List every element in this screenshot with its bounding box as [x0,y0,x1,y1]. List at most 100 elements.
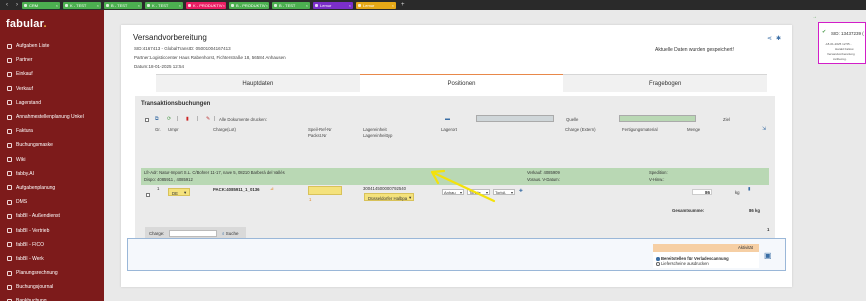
share-icon[interactable]: ⋖ [767,35,772,42]
header-gr: Gr. [155,127,161,132]
delete-icon[interactable]: ▮ [186,116,189,122]
umpr-select[interactable]: DE ▾ [168,188,190,196]
fabular-logo[interactable]: fabular. [6,18,47,30]
browser-tab[interactable]: K - PRODUKTIV × [186,1,226,9]
sidebar-item[interactable]: Planungsrechnung [0,266,104,280]
close-tab-icon[interactable]: × [392,3,394,8]
row-action-icon[interactable]: ▮ [748,186,750,192]
tab-fragebogen[interactable]: Fragebogen [563,74,768,92]
charge-input[interactable] [169,230,217,237]
lagereinheittyp-select[interactable]: Düsseldorfer Halbpa ▾ [364,193,414,201]
sidebar-item[interactable]: Einkauf [0,67,104,81]
radio-icon[interactable] [656,262,660,266]
close-tab-icon[interactable]: × [138,3,140,8]
sidebar-item[interactable]: fabBI - Vertrieb [0,223,104,237]
sidebar-item[interactable]: Wiki [0,153,104,167]
option-lieferscheine[interactable]: Lieferscheine ausdrucken [656,261,709,266]
close-tab-icon[interactable]: × [179,3,181,8]
browser-tab[interactable]: K - TEST × [145,1,183,9]
separator-icon: | [197,116,199,122]
sidebar-item[interactable]: fabBI - FICO [0,238,104,252]
add-lagerort-icon[interactable]: ✚ [519,188,523,194]
row-packst: 1 [309,197,312,202]
browser-tab[interactable]: Lemur × [313,1,353,9]
search-button[interactable]: ⌕ Suche [222,231,239,236]
panel-title: Transaktionsbuchungen [141,101,211,107]
sidebar-item[interactable]: Buchungsmaske [0,138,104,152]
browser-tab[interactable]: B - PRODUKTIV × [229,1,269,9]
close-tab-icon[interactable]: × [266,3,268,8]
notification-line-2: Harald Faltow [835,47,854,51]
sidebar-item-label: fabBI - Außendienst [16,213,60,220]
row-charge[interactable]: PACK:4085911_1_0136 [213,187,260,192]
submit-activity-icon[interactable]: ▣ [764,251,772,260]
chevron-left-icon[interactable]: ‹ [2,2,12,8]
sidebar-item[interactable]: Faktura [0,124,104,138]
sidebar-item[interactable]: Verkauf [0,82,104,96]
export-icon[interactable]: ⇲ [762,126,766,132]
nav-item-icon [7,86,12,92]
edit-icon[interactable]: ✎ [206,116,210,122]
sidebar-item[interactable]: Buchungsjournal [0,280,104,294]
sidebar-item[interactable]: fabby.AI [0,167,104,181]
menge-input[interactable]: 86 [692,189,712,195]
browser-tab[interactable]: CRM × [22,1,60,9]
separator-icon: | [214,116,216,122]
tab-positionen[interactable]: Positionen [359,74,564,92]
sidebar-item[interactable]: Aufgaben Liste [0,39,104,53]
printer-icon[interactable]: ▬ [445,116,450,122]
v-hinw: V-Hinw.: [649,177,665,182]
dispo: Dispo: 4085911 , 4085912 [144,177,193,182]
copy-icon[interactable]: ⧉ [155,116,159,122]
charge-info-icon[interactable]: ⊿ [270,186,274,192]
activity-title: Aktivität [653,244,759,252]
source-field[interactable] [476,115,554,122]
lagerort-select-1[interactable]: Anhau ▾ [442,189,464,195]
browser-tab[interactable]: B - TEST × [104,1,142,9]
sidebar-item[interactable]: Annahmestellenplanung Unkel [0,110,104,124]
browser-tab[interactable]: Lemur × [356,1,396,9]
voraus-v-datum: Voraus. V-Datum: [527,177,560,182]
target-field[interactable] [619,115,696,122]
row-unit: kg [735,190,740,195]
nav-item-icon [7,171,12,177]
nav-item-icon [7,199,12,205]
header-packst: Packst.Nr [308,133,327,138]
header-fertigungsmaterial: Fertigungsmaterial [622,127,658,132]
close-tab-icon[interactable]: × [223,3,225,8]
close-tab-icon[interactable]: × [56,3,58,8]
close-tab-icon[interactable]: × [306,3,308,8]
sidebar-item[interactable]: Aufgabenplanung [0,181,104,195]
lagerort-select-3[interactable]: TorbA ▾ [493,189,515,195]
sidebar-item-label: fabBI - Werk [16,255,44,262]
browser-tab[interactable]: K - TEST × [63,1,101,9]
settings-icon[interactable]: ✱ [776,35,781,42]
datum-line: Datum:18-01-2025 12:54 [134,64,185,69]
tab-hauptdaten[interactable]: Hauptdaten [156,74,360,92]
speil-ref-input[interactable] [308,186,342,195]
sidebar-item[interactable]: fabBI - Außendienst [0,209,104,223]
sidebar-item[interactable]: DMS [0,195,104,209]
new-tab-icon[interactable]: + [401,2,405,8]
browser-tab[interactable]: B - TEST × [272,1,310,9]
sidebar-item[interactable]: Bankbuchung [0,294,104,301]
collapse-arrow-icon[interactable]: → [812,14,817,20]
sid-line: SID:4167413 - GlobalTransID: 05001004167… [134,46,231,51]
close-tab-icon[interactable]: × [97,3,99,8]
charge-label: Charge: [149,231,165,236]
radio-selected-icon[interactable] [656,257,660,261]
lagerort-select-2[interactable]: Toreile ▾ [467,189,490,195]
row-checkbox[interactable] [146,193,150,197]
sidebar-item-label: fabBI - Vertrieb [16,227,50,234]
close-tab-icon[interactable]: × [349,3,351,8]
chevron-right-icon[interactable]: › [12,2,22,8]
sidebar-item[interactable]: Partner [0,53,104,67]
header-charge-extern: Charge (Extern) [565,127,596,132]
refresh-icon[interactable]: ⟳ [167,116,171,122]
sidebar-item[interactable]: Lagerstand [0,96,104,110]
nav-item-icon [7,256,12,262]
sidebar-item[interactable]: fabBI - Werk [0,252,104,266]
tab-favicon-icon [106,3,109,7]
select-all-checkbox[interactable] [145,118,149,122]
header-umpr: Umpr [168,127,179,132]
